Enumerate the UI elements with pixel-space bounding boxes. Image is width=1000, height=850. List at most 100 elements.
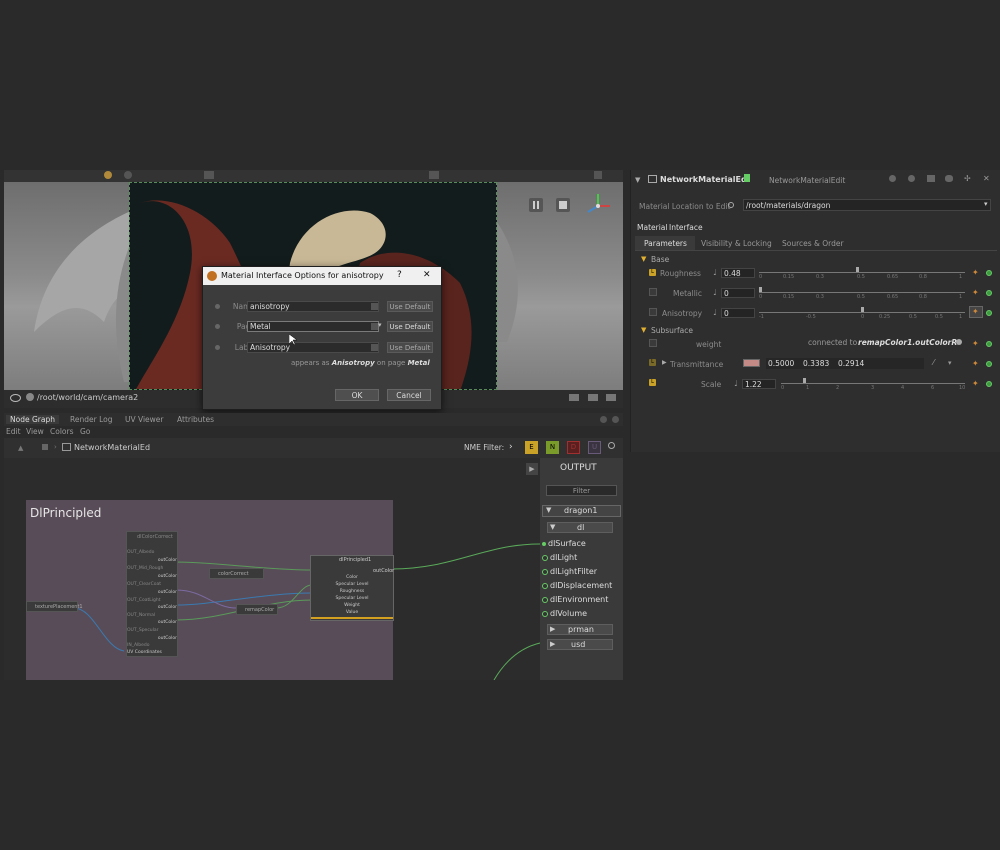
port-row[interactable]: outColor (127, 636, 177, 643)
label-clear-icon[interactable] (371, 344, 378, 351)
output-port-displacement[interactable]: dlDisplacement (542, 581, 612, 590)
principled-input[interactable]: Roughness (311, 589, 393, 596)
lights-icon[interactable] (606, 394, 616, 401)
camera-icon[interactable] (26, 393, 34, 401)
name-input[interactable]: anisotropy (247, 301, 379, 312)
location-input[interactable]: /root/materials/dragon (743, 199, 991, 211)
metallic-input[interactable]: 0 (721, 288, 755, 298)
tab-uv-viewer[interactable]: UV Viewer (125, 415, 164, 424)
record-icon[interactable] (104, 171, 112, 179)
usd-arrow-icon[interactable]: ▶ (550, 640, 555, 648)
gear-icon[interactable] (908, 175, 915, 182)
roughness-lock-icon[interactable]: L (649, 269, 656, 276)
output-port-light[interactable]: dlLight (542, 553, 577, 562)
page-use-default-button[interactable]: Use Default (387, 321, 433, 332)
axis-gizmo-icon[interactable] (584, 192, 612, 220)
scale-slider-handle[interactable] (803, 378, 806, 383)
tab-parameters[interactable]: Parameters (644, 239, 687, 248)
menu-edit[interactable]: Edit (6, 427, 21, 436)
filter-n-button[interactable]: N (546, 441, 559, 454)
color-correct-small-node[interactable]: colorCorrect (209, 568, 264, 579)
dl-arrow-icon[interactable]: ▼ (550, 523, 555, 531)
port-row[interactable]: outColor (127, 620, 177, 627)
node-edit-flag-icon[interactable] (744, 174, 750, 182)
anisotropy-pin-icon[interactable]: ✦ (972, 308, 980, 316)
principled-input[interactable]: Value (311, 610, 393, 617)
page-input[interactable]: Metal (247, 321, 379, 332)
output-port-volume[interactable]: dlVolume (542, 609, 587, 618)
transmittance-r[interactable]: 0.5000 (768, 359, 794, 368)
root-icon[interactable] (42, 444, 48, 450)
menu-colors[interactable]: Colors (50, 427, 74, 436)
menu-view[interactable]: View (26, 427, 44, 436)
remap-color-node[interactable]: remapColor (236, 604, 278, 615)
roughness-mode-icon[interactable]: ♩ (713, 268, 717, 277)
dialog-title-bar[interactable]: Material Interface Options for anisotrop… (203, 267, 441, 285)
ok-button[interactable]: OK (335, 389, 379, 401)
label-input[interactable]: Anisotropy (247, 342, 379, 353)
anisotropy-input[interactable]: 0 (721, 308, 755, 318)
scale-slider[interactable]: 0 1 2 3 4 6 10 (781, 377, 965, 391)
menu-go[interactable]: Go (80, 427, 90, 436)
eye-icon[interactable] (10, 394, 21, 402)
anisotropy-state-icon[interactable] (986, 310, 992, 316)
color-correct-node[interactable]: dlColorCorrect OUT_Albedo outColor OUT_M… (126, 531, 178, 657)
filter-e-button[interactable]: E (525, 441, 538, 454)
filter-d-button[interactable]: D (567, 441, 580, 454)
tab-visibility-locking[interactable]: Visibility & Locking (701, 239, 772, 248)
connected-value[interactable]: remapColor1.outColorR (858, 338, 957, 347)
page-dropdown-icon[interactable]: ▾ (378, 321, 382, 329)
display-icon[interactable] (204, 171, 214, 179)
collapse-arrow-icon[interactable]: ▼ (635, 176, 640, 184)
tab-sources-order[interactable]: Sources & Order (782, 239, 844, 248)
dragon1-arrow-icon[interactable]: ▼ (546, 506, 551, 514)
port-row[interactable]: UV Coordinates (127, 650, 177, 657)
output-port-surface[interactable]: dlSurface (542, 539, 586, 548)
node-name[interactable]: NetworkMaterialEd (660, 175, 747, 184)
metallic-slider-handle[interactable] (759, 287, 762, 292)
metallic-lock-icon[interactable] (649, 288, 657, 296)
texture-placement-node[interactable]: texturePlacement1 (26, 601, 83, 612)
transmittance-state-icon[interactable] (986, 361, 992, 367)
port-row[interactable]: outColor (127, 558, 177, 565)
anisotropy-slider-handle[interactable] (861, 307, 864, 312)
output-port-environment[interactable]: dlEnvironment (542, 595, 608, 604)
play-icon[interactable]: ▶ (526, 463, 538, 475)
transmittance-color-swatch[interactable] (743, 359, 760, 367)
output-node[interactable]: OUTPUT Filter ▼ dragon1 ▼ dl dlSurface d… (540, 458, 623, 680)
transmittance-dropdown-icon[interactable]: ▾ (948, 359, 952, 367)
tabs-menu-icon[interactable] (600, 416, 607, 423)
output-filter-input[interactable]: Filter (546, 485, 617, 496)
panel-icon[interactable] (927, 175, 935, 182)
stop-button[interactable] (556, 198, 570, 212)
principled-out[interactable]: outColor (373, 568, 394, 574)
roughness-slider-handle[interactable] (856, 267, 859, 272)
expand-icon[interactable] (594, 171, 602, 179)
metallic-mode-icon[interactable]: ♩ (713, 288, 717, 297)
tab-attributes[interactable]: Attributes (177, 415, 214, 424)
location-info-icon[interactable] (728, 202, 734, 208)
metallic-state-icon[interactable] (986, 290, 992, 296)
principled-input[interactable]: Specular Level (311, 596, 393, 603)
pause-button[interactable] (529, 198, 543, 212)
settings-icon[interactable] (124, 171, 132, 179)
close-panel-icon[interactable]: ✕ (983, 174, 990, 183)
tab-render-log[interactable]: Render Log (70, 415, 112, 424)
color-picker-icon[interactable]: ⁄ (933, 358, 934, 367)
cancel-button[interactable]: Cancel (387, 389, 431, 401)
transmittance-g[interactable]: 0.3383 (803, 359, 829, 368)
name-clear-icon[interactable] (371, 303, 378, 310)
weight-pin-icon[interactable]: ✦ (972, 340, 980, 348)
port-row[interactable]: outColor (127, 605, 177, 612)
help-icon[interactable]: ? (397, 270, 402, 280)
pin-panel-icon[interactable]: ✢ (964, 174, 971, 183)
frame-icon[interactable] (429, 171, 439, 179)
anisotropy-mode-icon[interactable]: ♩ (713, 308, 717, 317)
port-row[interactable]: outColor (127, 574, 177, 581)
tabs-close-icon[interactable] (612, 416, 619, 423)
location-dropdown-icon[interactable]: ▾ (984, 200, 988, 208)
camera-view-icon[interactable] (569, 394, 579, 401)
prman-arrow-icon[interactable]: ▶ (550, 625, 555, 633)
scale-input[interactable]: 1.22 (742, 379, 776, 389)
principled-input[interactable]: Color (311, 575, 393, 582)
